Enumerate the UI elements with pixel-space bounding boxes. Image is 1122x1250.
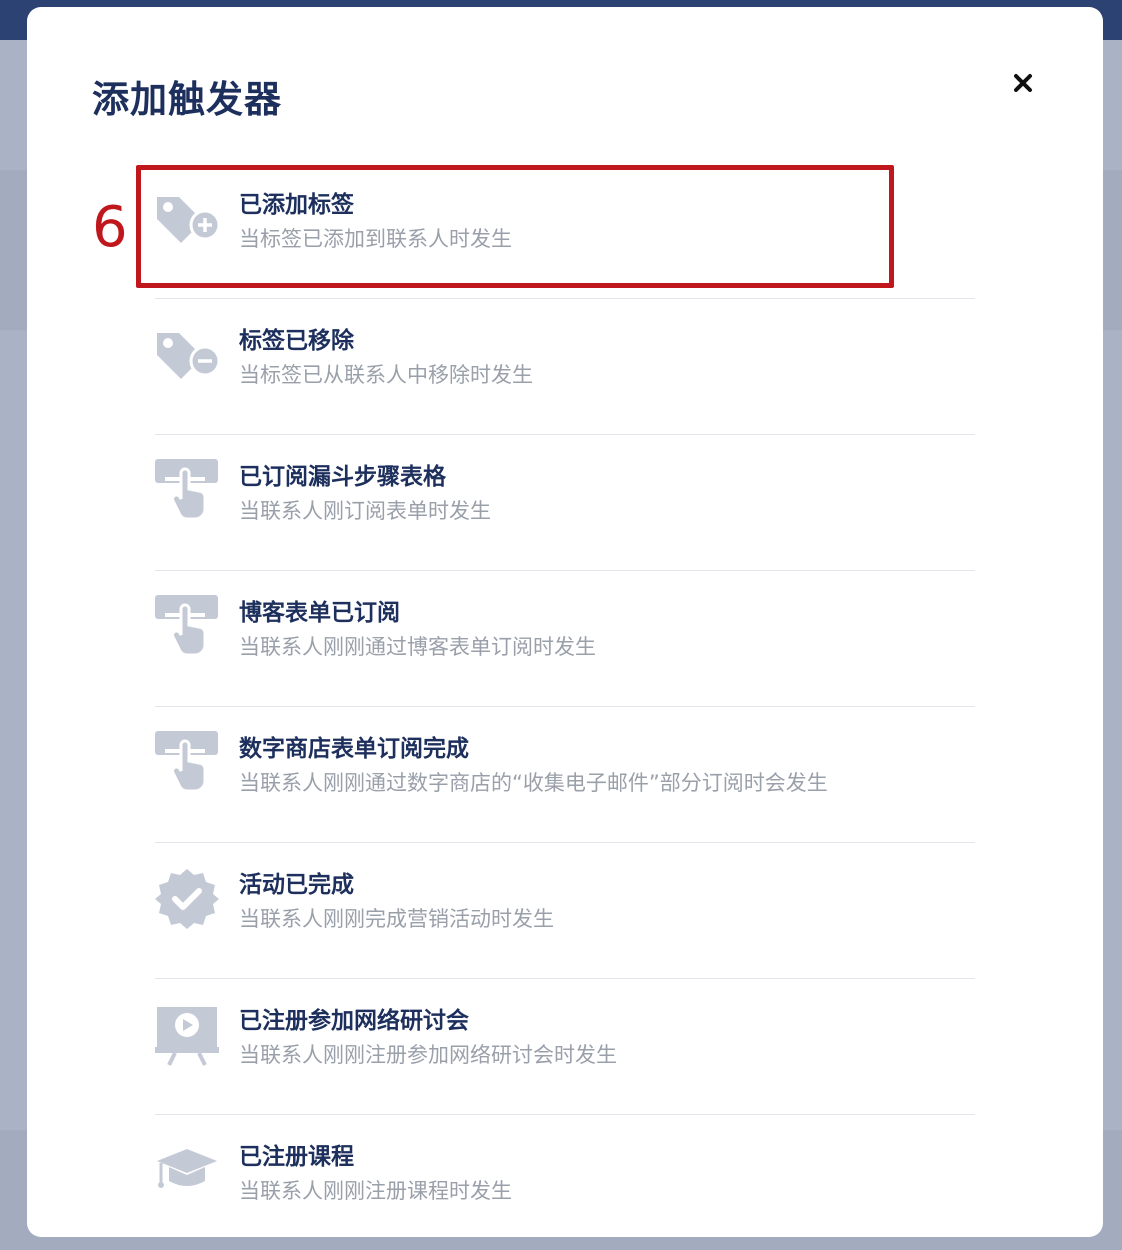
trigger-description: 当标签已添加到联系人时发生 [239, 227, 512, 251]
trigger-description: 当联系人刚刚通过数字商店的“收集电子邮件”部分订阅时会发生 [239, 771, 828, 795]
trigger-description: 当联系人刚订阅表单时发生 [239, 499, 491, 523]
trigger-item-store-form[interactable]: 数字商店表单订阅完成 当联系人刚刚通过数字商店的“收集电子邮件”部分订阅时会发生 [155, 707, 975, 843]
trigger-description: 当联系人刚刚注册参加网络研讨会时发生 [239, 1043, 617, 1067]
step-number-annotation: 6 [92, 195, 128, 260]
form-pointer-icon [155, 459, 219, 523]
trigger-list: 已添加标签 当标签已添加到联系人时发生 标签已移除 当标签已从联系人中移除时发生 [155, 163, 975, 1250]
trigger-name: 已注册参加网络研讨会 [239, 1008, 469, 1034]
trigger-item-tag-added[interactable]: 已添加标签 当标签已添加到联系人时发生 [155, 163, 975, 299]
tag-add-icon [155, 187, 219, 251]
trigger-item-course-enrolled[interactable]: 已注册课程 当联系人刚刚注册课程时发生 [155, 1115, 975, 1250]
trigger-name: 数字商店表单订阅完成 [239, 736, 469, 762]
trigger-name: 标签已移除 [239, 328, 354, 354]
trigger-item-tag-removed[interactable]: 标签已移除 当标签已从联系人中移除时发生 [155, 299, 975, 435]
trigger-description: 当联系人刚刚通过博客表单订阅时发生 [239, 635, 596, 659]
trigger-description: 当联系人刚刚完成营销活动时发生 [239, 907, 554, 931]
trigger-description: 当联系人刚刚注册课程时发生 [239, 1179, 512, 1203]
close-button[interactable] [1007, 67, 1039, 99]
trigger-description: 当标签已从联系人中移除时发生 [239, 363, 533, 387]
dialog-title: 添加触发器 [92, 78, 282, 121]
trigger-item-funnel-form[interactable]: 已订阅漏斗步骤表格 当联系人刚订阅表单时发生 [155, 435, 975, 571]
webinar-presentation-icon [155, 1003, 219, 1067]
close-icon [1014, 74, 1032, 92]
tag-remove-icon [155, 323, 219, 387]
graduation-cap-icon [155, 1139, 219, 1203]
trigger-name: 已注册课程 [239, 1144, 354, 1170]
trigger-item-blog-form[interactable]: 博客表单已订阅 当联系人刚刚通过博客表单订阅时发生 [155, 571, 975, 707]
trigger-name: 已订阅漏斗步骤表格 [239, 464, 446, 490]
trigger-name: 博客表单已订阅 [239, 600, 400, 626]
form-pointer-icon [155, 731, 219, 795]
trigger-item-webinar-registered[interactable]: 已注册参加网络研讨会 当联系人刚刚注册参加网络研讨会时发生 [155, 979, 975, 1115]
form-pointer-icon [155, 595, 219, 659]
add-trigger-dialog: 添加触发器 已添加标签 当标签已添加到联系人时发生 标签已移除 当标签已从联系人… [27, 7, 1103, 1237]
verified-badge-icon [155, 867, 219, 931]
trigger-name: 已添加标签 [239, 192, 354, 218]
trigger-item-campaign-completed[interactable]: 活动已完成 当联系人刚刚完成营销活动时发生 [155, 843, 975, 979]
trigger-name: 活动已完成 [239, 872, 354, 898]
